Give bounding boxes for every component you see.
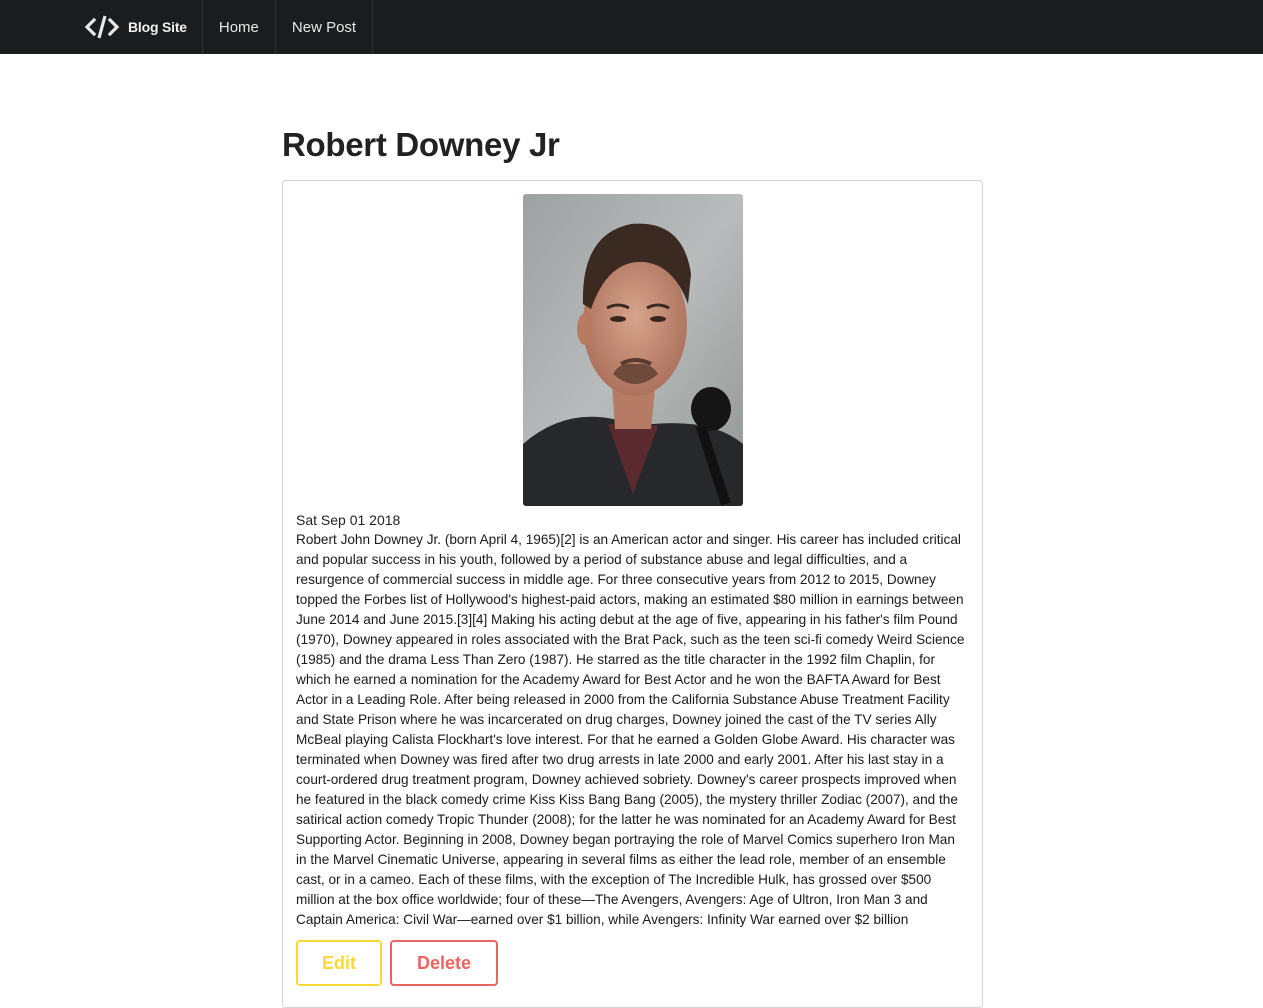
- nav-home[interactable]: Home: [203, 0, 276, 54]
- edit-button[interactable]: Edit: [296, 940, 382, 986]
- main-content: Robert Downey Jr Sat Sep 01 2018 Robert …: [282, 54, 983, 1008]
- code-icon: [84, 13, 120, 41]
- post-title: Robert Downey Jr: [282, 126, 560, 163]
- nav-new-post[interactable]: New Post: [276, 0, 374, 54]
- post-actions: Edit Delete: [296, 940, 969, 986]
- post-image: [522, 194, 743, 506]
- top-navbar: Blog Site Home New Post: [0, 0, 1263, 54]
- brand-link[interactable]: Blog Site: [70, 0, 203, 54]
- delete-button[interactable]: Delete: [390, 940, 498, 986]
- post-card: Sat Sep 01 2018 Robert John Downey Jr. (…: [282, 180, 983, 1008]
- post-date: Sat Sep 01 2018: [296, 512, 401, 528]
- post-body: Robert John Downey Jr. (born April 4, 19…: [296, 532, 965, 927]
- brand-label: Blog Site: [128, 19, 187, 35]
